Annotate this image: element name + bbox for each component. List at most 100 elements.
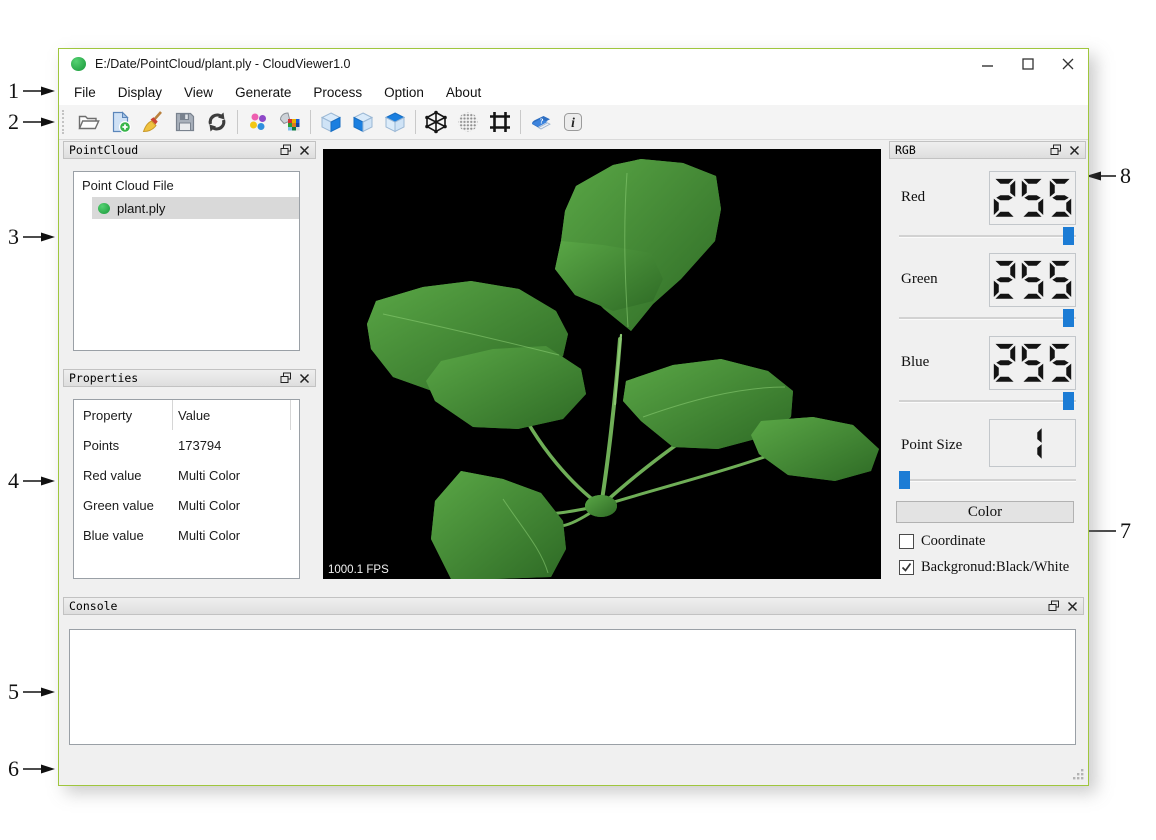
toolbar-grip[interactable]	[62, 110, 68, 134]
minimize-button[interactable]	[968, 49, 1008, 79]
menu-generate[interactable]: Generate	[224, 85, 302, 100]
red-slider-groove[interactable]	[899, 235, 1076, 238]
console-dock: Console	[63, 597, 1084, 753]
help-book-button[interactable]: ?	[526, 108, 556, 136]
pointcloud-dock-titlebar: PointCloud	[63, 141, 316, 159]
cube-front-face-button[interactable]	[316, 108, 346, 136]
cube-top-face-button[interactable]	[380, 108, 410, 136]
close-dock-icon[interactable]	[1069, 145, 1080, 156]
point-size-slider-handle[interactable]	[899, 471, 910, 489]
annotation-3: 3	[8, 224, 55, 250]
menu-process[interactable]: Process	[302, 85, 373, 100]
rgb-dock: RGB Red Green Blue Point Size Color Coor…	[889, 141, 1086, 581]
window-title: E:/Date/PointCloud/plant.ply - CloudView…	[95, 57, 351, 71]
coordinate-checkbox[interactable]: Coordinate	[899, 533, 985, 550]
background-checkbox[interactable]: Backgronud:Black/White	[899, 559, 1069, 576]
menu-display[interactable]: Display	[107, 85, 173, 100]
menu-file[interactable]: File	[63, 85, 107, 100]
annotation-8: 8	[1086, 163, 1131, 189]
pointcloud-dock-title: PointCloud	[69, 143, 139, 157]
coordinate-checkbox-box[interactable]	[899, 534, 914, 549]
help-book-icon: ?	[532, 116, 551, 130]
red-slider-handle[interactable]	[1063, 227, 1074, 245]
menu-view[interactable]: View	[173, 85, 224, 100]
background-label: Backgronud:Black/White	[921, 559, 1070, 575]
table-row: Blue value Multi Color	[74, 520, 299, 550]
tree-header: Point Cloud File	[82, 178, 174, 193]
refresh-button[interactable]	[202, 108, 232, 136]
float-dock-icon[interactable]	[1048, 600, 1060, 612]
rgb-dock-titlebar: RGB	[889, 141, 1086, 159]
blue-slider[interactable]	[899, 392, 1076, 410]
wireframe-cube-button[interactable]	[421, 108, 451, 136]
page: 1 2 3 4 5 6 7 8 E:/Date/PointCloud/plant…	[0, 0, 1156, 840]
green-slider-handle[interactable]	[1063, 309, 1074, 327]
close-button[interactable]	[1048, 49, 1088, 79]
green-slider[interactable]	[899, 309, 1076, 327]
property-value: 173794	[178, 437, 222, 453]
new-file-button[interactable]	[106, 108, 136, 136]
green-slider-groove[interactable]	[899, 317, 1076, 320]
point-size-slider[interactable]	[899, 471, 1076, 489]
blue-slider-handle[interactable]	[1063, 392, 1074, 410]
menu-about[interactable]: About	[435, 85, 492, 100]
arrow-right-icon	[23, 232, 55, 242]
menu-option[interactable]: Option	[373, 85, 435, 100]
annotation-label: 2	[8, 109, 19, 134]
green-lcd	[989, 253, 1076, 307]
annotation-label: 8	[1120, 163, 1131, 188]
viewport-3d[interactable]: 1000.1 FPS	[323, 149, 881, 579]
green-label: Green	[901, 271, 938, 287]
blue-lcd	[989, 336, 1076, 390]
property-value: Multi Color	[178, 467, 241, 483]
open-file-icon	[78, 115, 100, 130]
tree-item-plant-ply[interactable]: plant.ply	[92, 197, 299, 219]
maximize-icon	[1022, 58, 1034, 70]
color-button[interactable]: Color	[896, 501, 1074, 523]
point-colors-icon	[250, 113, 266, 130]
red-slider[interactable]	[899, 227, 1076, 245]
statusbar	[59, 753, 1088, 784]
resize-grip[interactable]	[1072, 768, 1085, 781]
cube-left-face-button[interactable]	[348, 108, 378, 136]
svg-text:?: ?	[540, 117, 544, 126]
coordinate-label: Coordinate	[921, 533, 986, 549]
toolbar-separator	[310, 110, 311, 134]
column-header-value: Value	[173, 400, 291, 430]
console-output[interactable]	[69, 629, 1076, 745]
voxel-sphere-button[interactable]	[453, 108, 483, 136]
float-dock-icon[interactable]	[280, 372, 292, 384]
float-dock-icon[interactable]	[1050, 144, 1062, 156]
point-colors-button[interactable]	[243, 108, 273, 136]
fps-label: 1000.1 FPS	[328, 564, 389, 576]
column-header-property: Property	[74, 400, 173, 430]
save-button[interactable]	[170, 108, 200, 136]
crop-frame-button[interactable]	[485, 108, 515, 136]
point-size-label: Point Size	[901, 437, 963, 453]
red-lcd	[989, 171, 1076, 225]
properties-table: Property Value Points 173794 Red value M…	[73, 399, 300, 579]
about-info-button[interactable]: i	[558, 108, 588, 136]
open-file-button[interactable]	[74, 108, 104, 136]
cube-left-face-icon	[352, 112, 374, 133]
close-dock-icon[interactable]	[299, 145, 310, 156]
close-dock-icon[interactable]	[299, 373, 310, 384]
toolbar: ? i	[59, 105, 1088, 140]
point-cloud-plant	[367, 159, 879, 579]
property-name: Points	[83, 437, 120, 453]
maximize-button[interactable]	[1008, 49, 1048, 79]
svg-text:i: i	[571, 115, 575, 130]
annotation-2: 2	[8, 109, 55, 135]
annotation-label: 1	[8, 78, 19, 103]
point-size-slider-groove[interactable]	[899, 479, 1076, 482]
color-fill-button[interactable]	[275, 108, 305, 136]
annotation-4: 4	[8, 468, 55, 494]
annotation-label: 6	[8, 756, 19, 781]
close-dock-icon[interactable]	[1067, 601, 1078, 612]
float-dock-icon[interactable]	[280, 144, 292, 156]
annotation-label: 7	[1120, 518, 1131, 543]
blue-slider-groove[interactable]	[899, 400, 1076, 403]
toolbar-separator	[415, 110, 416, 134]
background-checkbox-box[interactable]	[899, 560, 914, 575]
clean-button[interactable]	[138, 108, 168, 136]
